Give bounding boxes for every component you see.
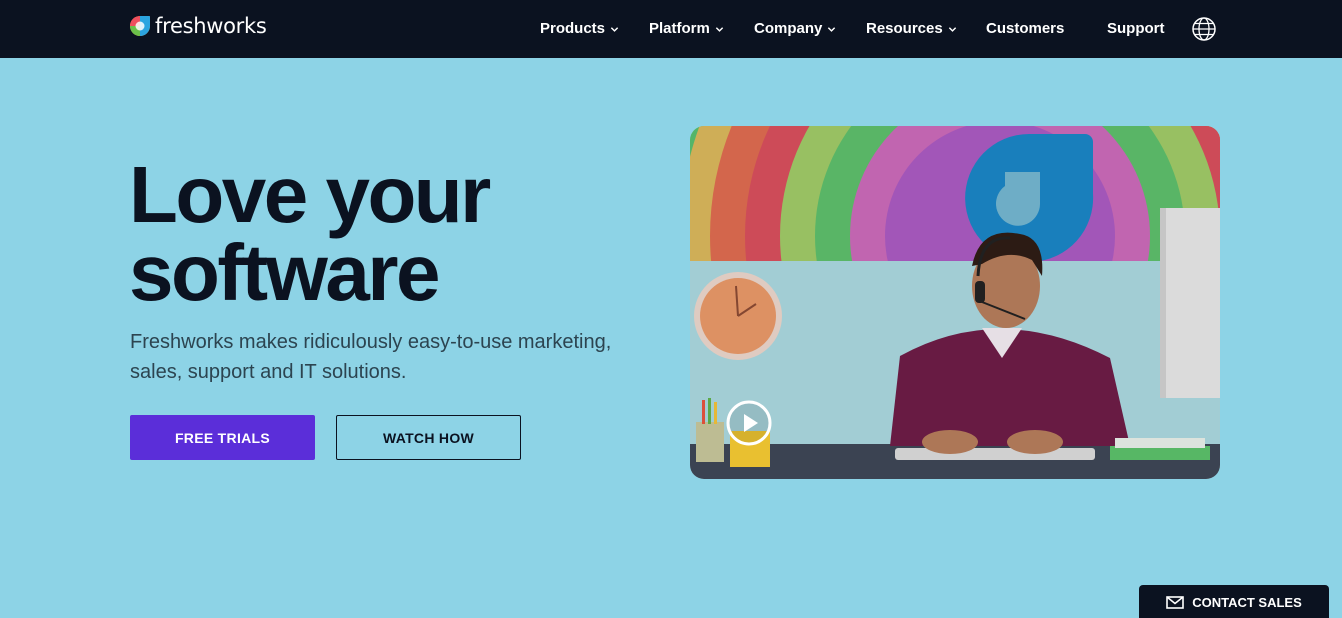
nav-support-label: Support — [1107, 20, 1165, 37]
hero-title: Love your software — [129, 155, 649, 313]
mail-icon — [1166, 596, 1185, 609]
contact-sales-button[interactable]: CONTACT SALES — [1139, 585, 1329, 618]
hero-subtitle: Freshworks makes ridiculously easy-to-us… — [130, 331, 612, 383]
nav-company-label: Company — [754, 20, 823, 37]
play-icon[interactable] — [726, 400, 772, 446]
nav-resources-label: Resources — [866, 20, 943, 37]
contact-sales-label: CONTACT SALES — [1192, 595, 1302, 610]
top-navigation: freshworks Products Platform Company Res… — [0, 0, 1342, 58]
hero-video-thumbnail[interactable] — [690, 126, 1220, 479]
nav-platform[interactable]: Platform — [649, 20, 724, 37]
nav-support[interactable]: Support — [1107, 20, 1165, 37]
nav-platform-label: Platform — [649, 20, 710, 37]
chevron-down-icon — [715, 26, 724, 32]
nav-products-label: Products — [540, 20, 606, 37]
nav-company[interactable]: Company — [754, 20, 836, 37]
globe-icon[interactable] — [1191, 16, 1217, 42]
chevron-down-icon — [610, 26, 619, 32]
nav-resources[interactable]: Resources — [866, 20, 957, 37]
freshworks-logo-icon — [130, 16, 150, 36]
chevron-down-icon — [828, 26, 836, 32]
chevron-down-icon — [948, 26, 956, 32]
hero-title-line-1: Love your — [129, 150, 491, 239]
watch-how-button[interactable]: WATCH HOW — [336, 415, 521, 460]
hero-title-line-2: software — [129, 228, 440, 317]
free-trials-button[interactable]: FREE TRIALS — [130, 415, 315, 460]
nav-products[interactable]: Products — [540, 20, 619, 37]
freshworks-logo[interactable]: freshworks — [129, 14, 267, 38]
nav-customers[interactable]: Customers — [986, 20, 1064, 37]
brand-name: freshworks — [155, 14, 267, 38]
nav-customers-label: Customers — [986, 20, 1065, 37]
